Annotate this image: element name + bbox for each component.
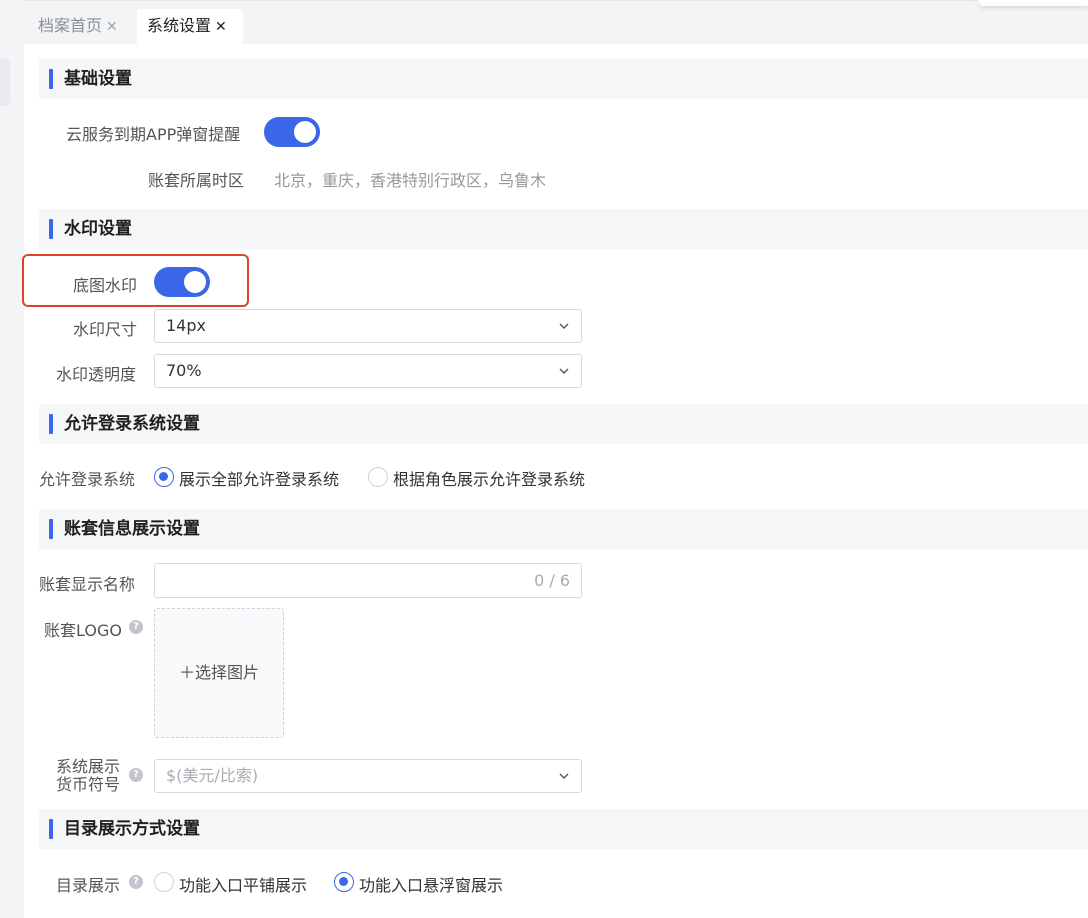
tab-label: 系统设置 (147, 16, 212, 35)
section-marker (49, 519, 53, 539)
timezone-value: 北京，重庆，香港特别行政区，乌鲁木 (274, 171, 547, 190)
tab-archive-home[interactable]: 档案首页 ✕ (28, 9, 128, 45)
radio-label-tile-display[interactable]: 功能入口平铺展示 (179, 872, 307, 896)
upload-label: ＋选择图片 (178, 663, 259, 682)
tab-label: 档案首页 (38, 16, 103, 35)
currency-select[interactable]: $(美元/比索) (154, 759, 582, 793)
left-rail (0, 0, 24, 918)
watermark-size-select[interactable]: 14px (154, 309, 582, 343)
radio-label-show-all[interactable]: 展示全部允许登录系统 (179, 466, 339, 490)
section-marker (49, 219, 53, 239)
cloud-popup-switch[interactable] (264, 117, 320, 147)
switch-knob (294, 121, 316, 143)
section-header-login: 允许登录系统设置 (39, 404, 1088, 444)
chevron-down-icon (559, 368, 569, 374)
section-title: 目录展示方式设置 (64, 819, 200, 839)
radio-label-floating-display[interactable]: 功能入口悬浮窗展示 (359, 872, 503, 896)
radio-tile-display[interactable] (154, 872, 174, 892)
rail-collapse-handle[interactable] (0, 58, 10, 106)
section-header-directory: 目录展示方式设置 (39, 809, 1088, 849)
section-title: 水印设置 (64, 219, 132, 239)
help-icon[interactable]: ? (129, 875, 143, 889)
radio-label-by-role[interactable]: 根据角色展示允许登录系统 (393, 466, 585, 490)
bg-watermark-label: 底图水印 (73, 276, 138, 295)
login-system-label: 允许登录系统 (39, 470, 136, 489)
char-counter: 0 / 6 (534, 571, 570, 590)
account-logo-label: 账套LOGO (44, 621, 122, 640)
bg-watermark-switch[interactable] (154, 267, 210, 297)
section-marker (49, 414, 53, 434)
watermark-size-label: 水印尺寸 (73, 320, 138, 339)
close-icon[interactable]: ✕ (106, 19, 118, 35)
close-icon[interactable]: ✕ (215, 19, 227, 35)
cloud-popup-label: 云服务到期APP弹窗提醒 (66, 125, 241, 144)
section-header-account-display: 账套信息展示设置 (39, 509, 1088, 549)
radio-show-all[interactable] (154, 467, 174, 487)
switch-knob (184, 271, 206, 293)
directory-label: 目录展示 (56, 876, 121, 895)
watermark-opacity-select[interactable]: 70% (154, 354, 582, 388)
select-value: 70% (166, 361, 202, 380)
currency-label-line2: 货币符号 (56, 775, 121, 794)
account-name-input[interactable]: 0 / 6 (154, 563, 582, 598)
chevron-down-icon (559, 323, 569, 329)
section-title: 允许登录系统设置 (64, 414, 200, 434)
section-marker (49, 69, 53, 89)
dropdown-edge (978, 0, 1088, 6)
section-title: 基础设置 (64, 69, 132, 89)
section-title: 账套信息展示设置 (64, 519, 200, 539)
timezone-label: 账套所属时区 (148, 171, 245, 190)
currency-label-line1: 系统展示 (56, 757, 121, 776)
section-header-basic: 基础设置 (39, 59, 1088, 99)
help-icon[interactable]: ? (129, 768, 143, 782)
logo-upload-box[interactable]: ＋选择图片 (154, 608, 284, 738)
tab-bar: 档案首页 ✕ 系统设置 ✕ (24, 0, 1088, 45)
radio-floating-display[interactable] (334, 872, 354, 892)
account-name-label: 账套显示名称 (39, 575, 136, 594)
chevron-down-icon (559, 773, 569, 779)
select-value: 14px (166, 316, 206, 335)
help-icon[interactable]: ? (129, 620, 143, 634)
tab-system-settings[interactable]: 系统设置 ✕ (137, 9, 243, 45)
watermark-opacity-label: 水印透明度 (56, 365, 137, 384)
section-header-watermark: 水印设置 (39, 209, 1088, 249)
select-value: $(美元/比索) (166, 766, 259, 785)
radio-by-role[interactable] (368, 467, 388, 487)
section-marker (49, 819, 53, 839)
